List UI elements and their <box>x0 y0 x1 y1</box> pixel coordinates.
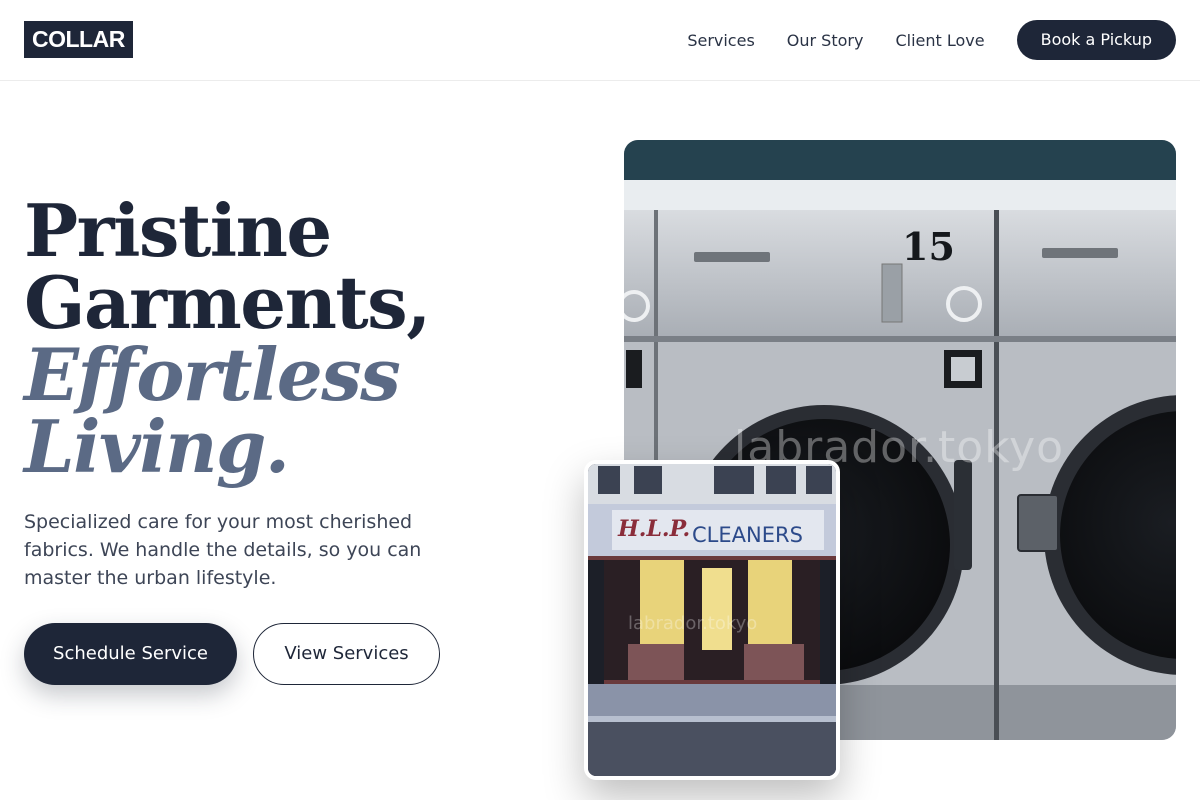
main-nav: Services Our Story Client Love Book a Pi… <box>687 20 1176 60</box>
book-pickup-button[interactable]: Book a Pickup <box>1016 20 1176 60</box>
hero-title: Pristine Garments, Effortless Living. <box>24 195 544 483</box>
shop-door <box>702 568 732 650</box>
dryer-number: 15 <box>902 224 955 269</box>
nav-link-client-love[interactable]: Client Love <box>895 31 984 50</box>
sign-script-text: H.L.P. <box>617 516 690 542</box>
hero-title-line-1: Pristine <box>24 188 332 273</box>
shop-window-right <box>748 560 792 648</box>
sign-text: CLEANERS <box>692 523 803 547</box>
hero-subtitle: Specialized care for your most cherished… <box>24 511 422 589</box>
storefront-watermark: labrador.tokyo <box>628 613 757 634</box>
brand-plate-left <box>694 252 770 262</box>
nav-link-services[interactable]: Services <box>687 31 754 50</box>
shop-window-left <box>640 560 684 648</box>
view-services-button[interactable]: View Services <box>253 623 440 685</box>
hero-title-line-4: Living. <box>24 404 290 489</box>
site-header: COLLAR Services Our Story Client Love Bo… <box>0 0 1200 81</box>
hero-title-line-3: Effortless <box>24 332 401 417</box>
coin-slot <box>881 263 903 323</box>
brand-logo[interactable]: COLLAR <box>24 21 133 58</box>
brand-plate-right <box>1042 248 1118 258</box>
storefront-illustration: H.L.P. CLEANERS labrador.tokyo <box>588 464 836 776</box>
nav-link-our-story[interactable]: Our Story <box>787 31 864 50</box>
hero-title-line-2: Garments, <box>24 260 431 345</box>
cleaners-storefront-image: H.L.P. CLEANERS labrador.tokyo <box>584 460 840 780</box>
schedule-service-button[interactable]: Schedule Service <box>24 623 237 685</box>
